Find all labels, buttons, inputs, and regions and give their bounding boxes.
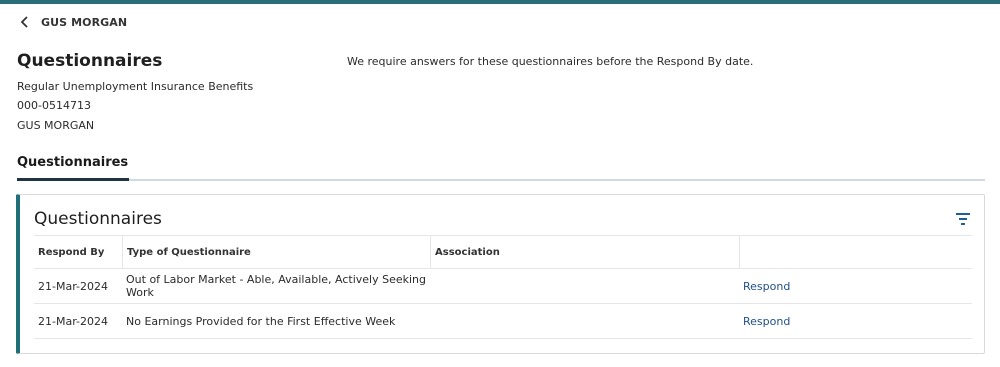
questionnaire-type: No Earnings Provided for the First Effec… (126, 314, 396, 328)
tab-questionnaires[interactable]: Questionnaires (17, 155, 130, 181)
table-row: 21-Mar-2024 No Earnings Provided for the… (34, 304, 972, 339)
filter-icon[interactable] (956, 213, 970, 225)
association (434, 304, 739, 338)
table-header: Respond By Type of Questionnaire Associa… (34, 235, 972, 269)
back-button[interactable]: GUS MORGAN (19, 15, 127, 29)
association (434, 269, 739, 303)
claim-id: 000-0514713 (17, 99, 91, 112)
respond-link[interactable]: Respond (743, 304, 972, 338)
program-name: Regular Unemployment Insurance Benefits (17, 80, 254, 93)
table-row: 21-Mar-2024 Out of Labor Market - Able, … (34, 269, 972, 304)
tab-bar: Questionnaires (17, 155, 985, 181)
respond-by-date: 21-Mar-2024 (38, 279, 108, 293)
column-header-action (739, 236, 968, 268)
questionnaires-card: Questionnaires Respond By Type of Questi… (16, 194, 985, 354)
respond-link[interactable]: Respond (743, 269, 972, 303)
notice-text: We require answers for these questionnai… (347, 55, 754, 68)
back-label: GUS MORGAN (41, 15, 128, 29)
top-accent-bar (0, 0, 1000, 4)
chevron-left-icon (20, 16, 28, 28)
page-title: Questionnaires (17, 51, 163, 71)
column-header-type[interactable]: Type of Questionnaire (122, 236, 427, 268)
questionnaires-table: Respond By Type of Questionnaire Associa… (34, 235, 972, 339)
claimant-name: GUS MORGAN (17, 119, 95, 132)
column-header-respond-by[interactable]: Respond By (38, 236, 122, 268)
card-title: Questionnaires (34, 209, 162, 229)
column-header-association[interactable]: Association (430, 236, 735, 268)
questionnaire-type: Out of Labor Market - Able, Available, A… (126, 273, 427, 299)
respond-by-date: 21-Mar-2024 (38, 314, 108, 328)
